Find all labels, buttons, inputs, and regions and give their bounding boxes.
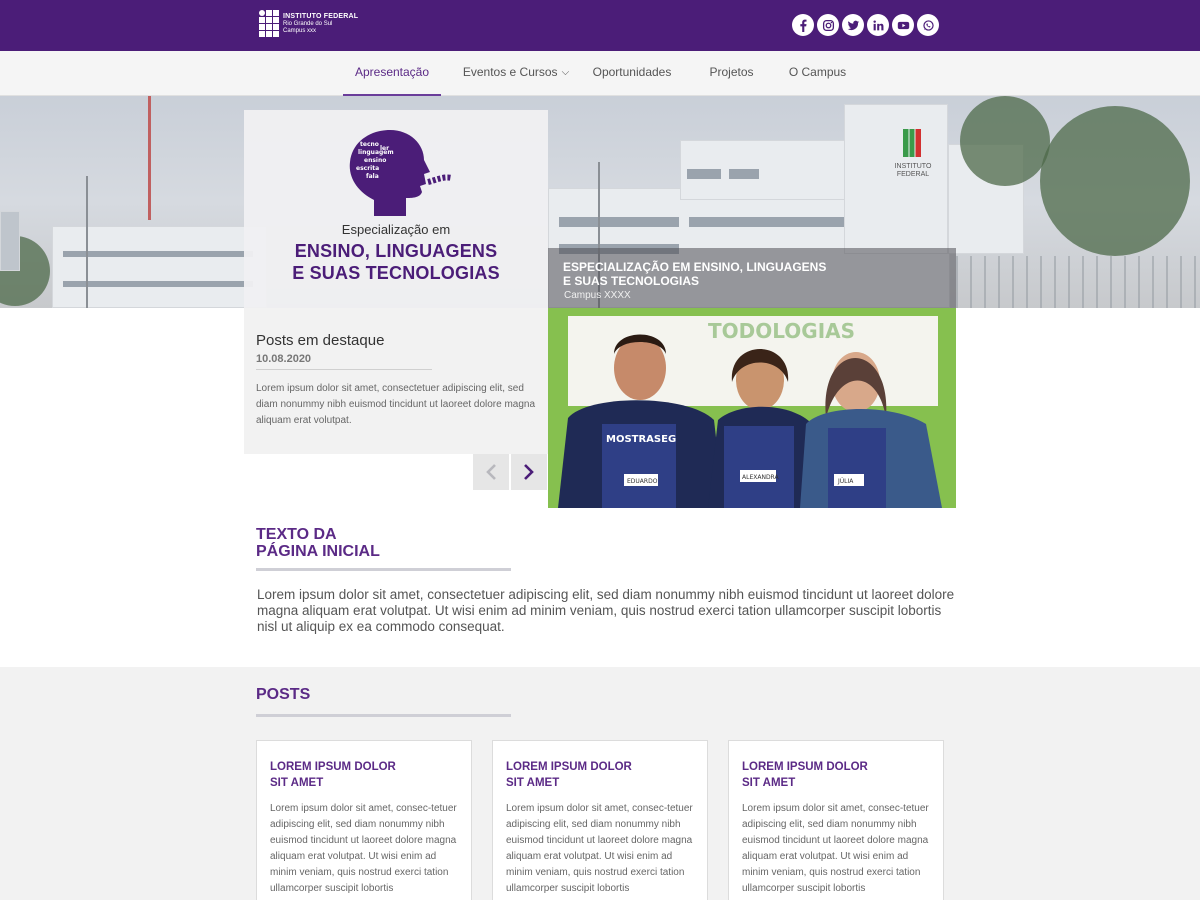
carousel-next-button[interactable] <box>511 454 547 490</box>
nav-item-oportunidades[interactable]: Oportunidades <box>584 51 680 96</box>
post-card-excerpt: Lorem ipsum dolor sit amet, consec-tetue… <box>270 803 457 894</box>
post-card-title-line2: SIT AMET <box>742 777 796 789</box>
post-card[interactable]: LOREM IPSUM DOLOR SIT AMET Lorem ipsum d… <box>492 740 708 900</box>
logo-line3: Campus xxx <box>283 28 317 34</box>
radio-tower <box>148 96 151 220</box>
building-sign-text: INSTITUTO FEDERAL <box>893 163 933 179</box>
svg-text:ensino: ensino <box>364 157 386 164</box>
lamp-post <box>86 176 88 308</box>
hero-caption[interactable]: ESPECIALIZAÇÃO EM ENSINO, LINGUAGENS E S… <box>548 248 956 308</box>
carousel-prev-button[interactable] <box>473 454 509 490</box>
chevron-right-icon <box>524 464 534 480</box>
intro-title-line1: TEXTO DA <box>256 526 337 543</box>
logo-text: INSTITUTO FEDERAL Rio Grande do Sul Camp… <box>283 13 358 34</box>
whatsapp-icon[interactable] <box>917 14 939 36</box>
linkedin-icon[interactable] <box>867 14 889 36</box>
youtube-icon[interactable] <box>892 14 914 36</box>
tree <box>960 96 1050 186</box>
featured-post-date: 10.08.2020 <box>256 353 432 370</box>
nav-item-projetos[interactable]: Projetos <box>700 51 763 96</box>
nav-label: Projetos <box>709 65 754 79</box>
intro-text: Lorem ipsum dolor sit amet, consectetuer… <box>257 587 955 634</box>
top-bar: INSTITUTO FEDERAL Rio Grande do Sul Camp… <box>0 0 1200 51</box>
nav-label: Apresentação <box>354 65 430 79</box>
post-card[interactable]: LOREM IPSUM DOLOR SIT AMET Lorem ipsum d… <box>728 740 944 900</box>
institute-logo[interactable]: INSTITUTO FEDERAL Rio Grande do Sul Camp… <box>259 10 358 37</box>
post-card-title[interactable]: LOREM IPSUM DOLOR SIT AMET <box>742 759 868 791</box>
photo-banner-text: TODOLOGIAS <box>708 319 855 343</box>
building-sign-line2: FEDERAL <box>896 171 930 178</box>
social-links <box>792 14 939 36</box>
fence <box>956 256 1200 308</box>
nav-item-apresentacao[interactable]: Apresentação <box>343 51 441 96</box>
chevron-down-icon: ⌵ <box>561 67 570 78</box>
posts-title: POSTS <box>256 686 311 703</box>
badge-name-3: JÚLIA <box>837 478 854 485</box>
hero-caption-campus: Campus XXXX <box>564 290 631 301</box>
instagram-icon[interactable] <box>817 14 839 36</box>
hero-caption-title-line1: ESPECIALIZAÇÃO EM ENSINO, LINGUAGENS <box>563 260 827 274</box>
svg-text:escrita: escrita <box>356 165 379 172</box>
hero-card-subtitle: Especialização em <box>341 222 451 237</box>
post-card-title-line2: SIT AMET <box>506 777 560 789</box>
campus-tower: INSTITUTO FEDERAL <box>844 104 948 254</box>
hero-caption-title: ESPECIALIZAÇÃO EM ENSINO, LINGUAGENS E S… <box>563 260 843 288</box>
nav-label: Oportunidades <box>592 65 672 79</box>
hero-card-title-line1: ENSINO, LINGUAGENS <box>294 241 498 261</box>
hero-card-title: ENSINO, LINGUAGENS E SUAS TECNOLOGIAS <box>244 240 548 284</box>
twitter-icon[interactable] <box>842 14 864 36</box>
featured-post-excerpt[interactable]: Lorem ipsum dolor sit amet, consectetuer… <box>256 381 536 429</box>
logo-line2: Rio Grande do Sul <box>283 21 333 27</box>
posts-divider <box>256 714 511 717</box>
logo-grid-icon <box>259 10 279 37</box>
hero-caption-title-line2: E SUAS TECNOLOGIAS <box>563 274 700 288</box>
post-card-title-line1: LOREM IPSUM DOLOR <box>506 761 632 773</box>
institute-logo-sign <box>903 129 921 157</box>
intro-title-line2: PÁGINA INICIAL <box>256 543 380 560</box>
main-nav: Apresentação Eventos e Cursos ⌵ Oportunid… <box>0 51 1200 96</box>
badge-name-2: ALEXANDRA <box>742 474 779 481</box>
post-card-excerpt: Lorem ipsum dolor sit amet, consec-tetue… <box>506 803 693 894</box>
facebook-icon[interactable] <box>792 14 814 36</box>
students-photo: TODOLOGIAS MOSTRASEG EDUARDO ALEXANDRA J… <box>548 308 956 508</box>
hero-card[interactable]: tecno linguagem ensino escrita fala ler … <box>244 110 548 308</box>
nav-item-eventos-e-cursos[interactable]: Eventos e Cursos ⌵ <box>458 51 574 96</box>
building-sign-line1: INSTITUTO <box>894 163 932 170</box>
featured-posts-title: Posts em destaque <box>256 332 385 349</box>
post-card-title-line2: SIT AMET <box>270 777 324 789</box>
post-card-title-line1: LOREM IPSUM DOLOR <box>742 761 868 773</box>
campus-building-upper <box>680 140 860 200</box>
nav-label: Eventos e Cursos <box>462 65 558 79</box>
logo-line1: INSTITUTO FEDERAL <box>283 13 359 20</box>
intro-divider <box>256 568 511 571</box>
nav-item-o-campus[interactable]: O Campus <box>783 51 852 96</box>
featured-post-photo[interactable]: TODOLOGIAS MOSTRASEG EDUARDO ALEXANDRA J… <box>548 308 956 508</box>
post-card-excerpt: Lorem ipsum dolor sit amet, consec-tetue… <box>742 803 929 894</box>
hero-card-title-line2: E SUAS TECNOLOGIAS <box>292 263 500 283</box>
tree <box>1040 106 1190 256</box>
posts-section: POSTS LOREM IPSUM DOLOR SIT AMET Lorem i… <box>0 667 1200 900</box>
svg-text:fala: fala <box>366 173 379 180</box>
svg-text:tecno: tecno <box>360 141 379 148</box>
badge-name-1: EDUARDO <box>627 478 658 485</box>
post-card[interactable]: LOREM IPSUM DOLOR SIT AMET Lorem ipsum d… <box>256 740 472 900</box>
hero-banner: INSTITUTO FEDERAL tecno linguagem ensino… <box>0 96 1200 308</box>
post-card-title[interactable]: LOREM IPSUM DOLOR SIT AMET <box>270 759 396 791</box>
intro-title: TEXTO DA PÁGINA INICIAL <box>256 526 380 560</box>
shirt-text: MOSTRASEG <box>606 434 676 445</box>
head-profile-icon: tecno linguagem ensino escrita fala ler <box>349 130 453 216</box>
post-card-title[interactable]: LOREM IPSUM DOLOR SIT AMET <box>506 759 632 791</box>
nav-label: O Campus <box>788 65 847 79</box>
chevron-left-icon <box>486 464 496 480</box>
svg-text:ler: ler <box>380 145 389 152</box>
post-card-title-line1: LOREM IPSUM DOLOR <box>270 761 396 773</box>
background-building-left <box>52 226 267 308</box>
featured-posts-panel: Posts em destaque 10.08.2020 Lorem ipsum… <box>244 308 548 454</box>
background-building <box>0 211 20 271</box>
